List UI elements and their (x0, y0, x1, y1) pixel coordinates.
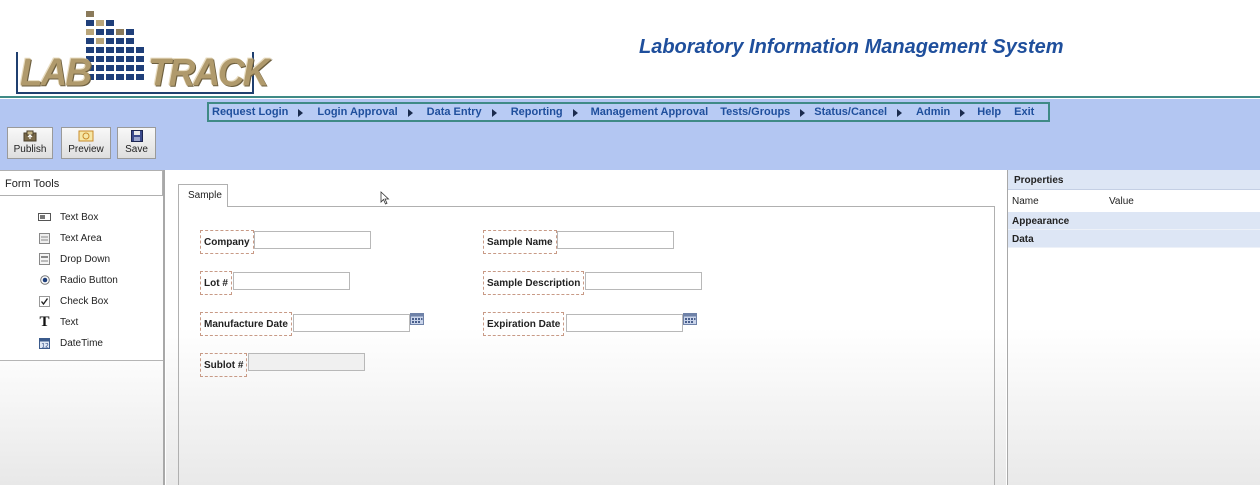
tool-label: Text Box (60, 211, 99, 223)
menu-item-exit[interactable]: Exit (1014, 106, 1034, 118)
main-menu: Request Login Login Approval Data Entry Rep… (207, 102, 1050, 122)
menu-item-status-cancel[interactable]: Status/Cancel (814, 106, 903, 118)
textarea-icon (38, 232, 51, 244)
submenu-arrow-icon (897, 109, 903, 117)
svg-text:12: 12 (41, 342, 49, 348)
submenu-arrow-icon (407, 109, 413, 117)
publish-icon (23, 130, 37, 142)
calendar-icon: 12 (38, 337, 51, 349)
tool-check-box[interactable]: Check Box (38, 293, 108, 309)
mouse-pointer-icon (380, 191, 390, 205)
toolbar-band: Request Login Login Approval Data Entry Rep… (0, 99, 1260, 170)
menu-item-data-entry[interactable]: Data Entry (427, 106, 497, 118)
company-label[interactable]: Company (200, 230, 254, 254)
expiration-date-label[interactable]: Expiration Date (483, 312, 565, 336)
radio-icon (38, 274, 51, 286)
properties-title: Properties (1008, 170, 1260, 190)
dropdown-icon (38, 253, 51, 265)
save-button[interactable]: Save (117, 127, 156, 159)
sample-name-input[interactable] (557, 231, 674, 249)
logo-lab-text: LAB (20, 50, 92, 94)
menu-item-management-approval[interactable]: Management Approval (591, 106, 709, 118)
menu-item-label: Exit (1014, 106, 1035, 118)
menu-item-label: Admin (916, 106, 951, 118)
tool-datetime[interactable]: 12 DateTime (38, 335, 103, 351)
tool-label: Check Box (60, 295, 109, 307)
form-tools-list: Text Box Text Area Drop Down Radio Butto… (0, 196, 163, 361)
textbox-icon (38, 211, 51, 223)
submenu-arrow-icon (572, 109, 578, 117)
preview-label: Preview (68, 144, 104, 155)
save-icon (130, 130, 143, 142)
tool-radio-button[interactable]: Radio Button (38, 272, 118, 288)
tool-label: Drop Down (60, 253, 111, 265)
sample-name-label[interactable]: Sample Name (483, 230, 557, 254)
submenu-arrow-icon (491, 109, 497, 117)
menu-item-label: Reporting (510, 106, 563, 118)
property-group-appearance[interactable]: Appearance (1008, 212, 1260, 230)
lot-input[interactable] (233, 272, 350, 290)
properties-columns: Name Value (1008, 190, 1260, 212)
checkbox-icon (38, 295, 51, 307)
tool-text-box[interactable]: Text Box (38, 209, 98, 225)
app-header: LAB TRACK Laboratory Information Managem… (0, 0, 1260, 98)
tool-label: DateTime (60, 337, 103, 349)
submenu-arrow-icon (960, 109, 966, 117)
menu-item-help[interactable]: Help (977, 106, 1001, 118)
properties-value-header: Value (1109, 196, 1134, 207)
menu-item-label: Request Login (212, 106, 289, 118)
properties-name-header: Name (1012, 196, 1039, 207)
calendar-picker-icon[interactable] (410, 313, 424, 325)
menu-item-label: Help (977, 106, 1002, 118)
company-input[interactable] (254, 231, 371, 249)
tab-sample[interactable]: Sample (178, 184, 228, 207)
tool-label: Text (60, 316, 79, 328)
tool-label: Radio Button (60, 274, 118, 286)
calendar-picker-icon[interactable] (683, 313, 697, 325)
menu-item-label: Management Approval (590, 106, 709, 118)
menu-item-tests-groups[interactable]: Tests/Groups (720, 106, 806, 118)
lot-label[interactable]: Lot # (200, 271, 232, 295)
sample-description-label[interactable]: Sample Description (483, 271, 585, 295)
menu-item-request-login[interactable]: Request Login (212, 106, 304, 118)
sample-description-input[interactable] (585, 272, 702, 290)
form-canvas: Company Sample Name Lot # Sample Descrip… (178, 206, 995, 485)
save-label: Save (125, 144, 148, 155)
manufacture-date-input[interactable] (293, 314, 410, 332)
property-group-data[interactable]: Data (1008, 230, 1260, 248)
menu-item-admin[interactable]: Admin (916, 106, 966, 118)
menu-item-label: Status/Cancel (814, 106, 888, 118)
tool-text-area[interactable]: Text Area (38, 230, 102, 246)
form-tools-title: Form Tools (0, 170, 163, 196)
logo-track-text: TRACK (148, 50, 269, 94)
menu-item-label: Login Approval (317, 106, 398, 118)
submenu-arrow-icon (800, 109, 806, 117)
publish-label: Publish (13, 144, 47, 155)
menu-item-label: Tests/Groups (720, 106, 791, 118)
app-title: Laboratory Information Management System (639, 36, 1064, 58)
tool-drop-down[interactable]: Drop Down (38, 251, 110, 267)
menu-item-reporting[interactable]: Reporting (511, 106, 578, 118)
manufacture-date-label[interactable]: Manufacture Date (200, 312, 292, 336)
submenu-arrow-icon (298, 109, 304, 117)
form-tools-panel: Form Tools Text Box Text Area Drop Down … (0, 170, 165, 485)
form-designer: Sample Company Sample Name Lot # Sample … (166, 170, 1006, 485)
preview-icon (78, 130, 94, 142)
tool-label: Text Area (60, 232, 102, 244)
sublot-input[interactable] (248, 353, 365, 371)
publish-button[interactable]: Publish (7, 127, 53, 159)
properties-panel: Properties Name Value Appearance Data (1007, 170, 1260, 485)
tool-text[interactable]: T Text (38, 314, 78, 330)
preview-button[interactable]: Preview (61, 127, 111, 159)
sublot-label[interactable]: Sublot # (200, 353, 248, 377)
expiration-date-input[interactable] (566, 314, 683, 332)
menu-item-label: Data Entry (426, 106, 482, 118)
text-icon: T (39, 313, 50, 330)
menu-item-login-approval[interactable]: Login Approval (317, 106, 413, 118)
labtrack-logo: LAB TRACK (14, 8, 269, 94)
